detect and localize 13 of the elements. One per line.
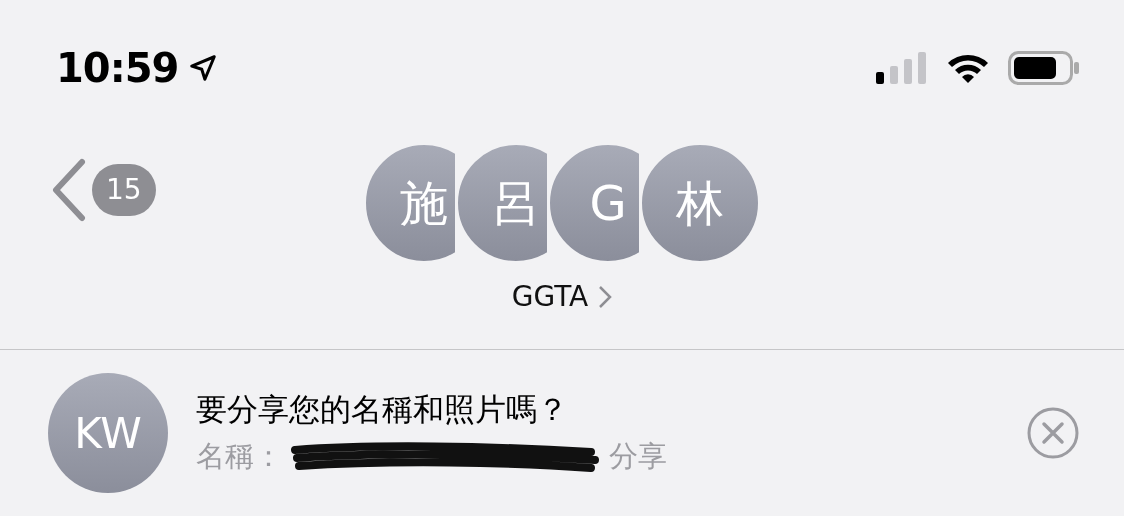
user-avatar: KW — [48, 373, 168, 493]
unread-count-badge[interactable]: 15 — [92, 164, 156, 216]
battery-icon — [1008, 51, 1080, 85]
share-prompt-title: 要分享您的名稱和照片嗎？ — [196, 390, 569, 429]
share-link[interactable]: 分享 — [609, 437, 667, 477]
wifi-icon — [946, 52, 990, 84]
name-label: 名稱： — [196, 438, 283, 475]
signal-icon — [876, 52, 928, 84]
close-icon[interactable] — [1026, 406, 1080, 460]
status-time: 10:59 — [56, 44, 179, 92]
chevron-right-icon[interactable] — [598, 284, 613, 309]
group-name[interactable]: GGTA — [511, 280, 589, 313]
location-arrow-icon — [188, 53, 219, 83]
